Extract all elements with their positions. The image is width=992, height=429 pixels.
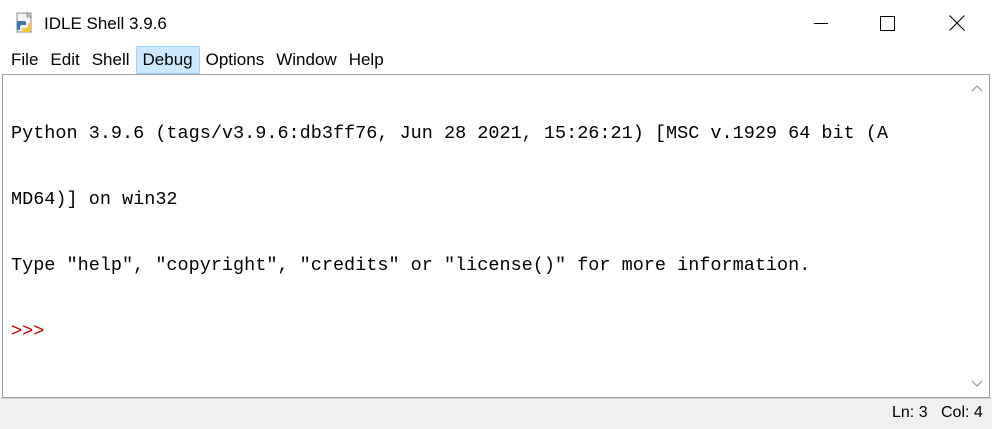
status-bar: Ln: 3 Col: 4: [0, 398, 992, 429]
shell-output-line: Type "help", "copyright", "credits" or "…: [11, 255, 811, 276]
idle-shell-window: IDLE Shell 3.9.6 File Edit Shell Debug O…: [0, 0, 992, 429]
menu-bar: File Edit Shell Debug Options Window Hel…: [0, 46, 992, 74]
window-title: IDLE Shell 3.9.6: [44, 14, 167, 33]
shell-prompt: >>>: [11, 321, 45, 342]
python-idle-icon: [16, 12, 32, 33]
minimize-icon: [814, 23, 828, 24]
menu-file[interactable]: File: [5, 46, 44, 74]
status-column-number: Col: 4: [941, 404, 983, 421]
minimize-button[interactable]: [786, 0, 856, 46]
menu-help[interactable]: Help: [343, 46, 390, 74]
scroll-down-button[interactable]: [965, 375, 989, 393]
close-button[interactable]: [922, 0, 992, 46]
maximize-icon: [879, 15, 895, 31]
close-icon: [949, 15, 965, 31]
menu-window[interactable]: Window: [270, 46, 342, 74]
maximize-button[interactable]: [852, 0, 922, 46]
title-bar[interactable]: IDLE Shell 3.9.6: [0, 0, 992, 46]
menu-debug[interactable]: Debug: [135, 46, 200, 74]
shell-output-line: Python 3.9.6 (tags/v3.9.6:db3ff76, Jun 2…: [11, 123, 889, 144]
status-line-number: Ln: 3: [892, 404, 928, 421]
menu-edit[interactable]: Edit: [44, 46, 85, 74]
vertical-scrollbar[interactable]: [965, 75, 989, 397]
shell-output-line: MD64)] on win32: [11, 189, 178, 210]
shell-text-area[interactable]: Python 3.9.6 (tags/v3.9.6:db3ff76, Jun 2…: [11, 79, 961, 395]
chevron-down-icon: [971, 380, 983, 387]
menu-options[interactable]: Options: [200, 46, 271, 74]
shell-editor[interactable]: Python 3.9.6 (tags/v3.9.6:db3ff76, Jun 2…: [2, 74, 990, 398]
chevron-up-icon: [971, 85, 983, 92]
scroll-up-button[interactable]: [965, 79, 989, 97]
menu-shell[interactable]: Shell: [86, 46, 136, 74]
